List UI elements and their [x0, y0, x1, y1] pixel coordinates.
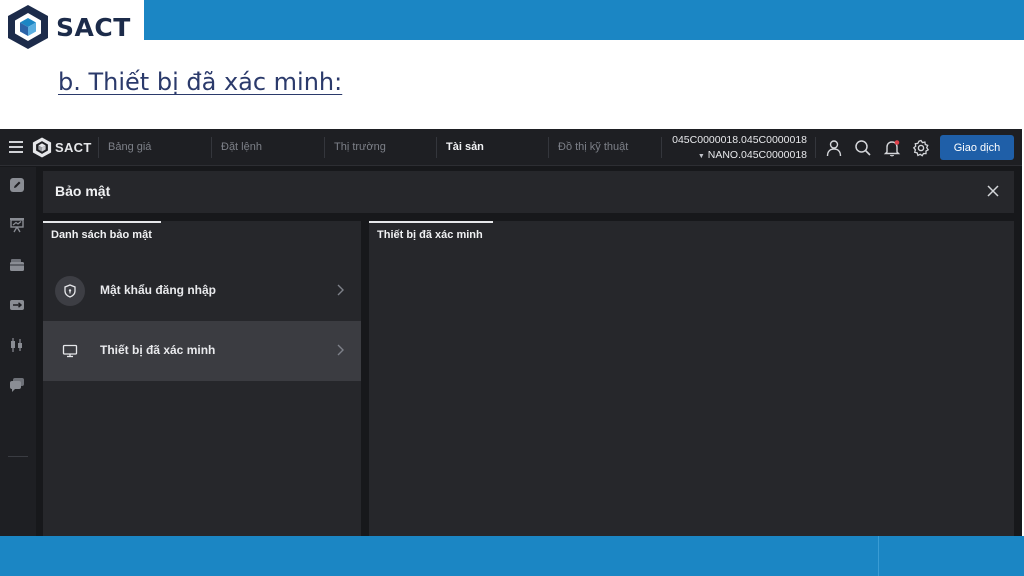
account-selector[interactable]: 045C0000018.045C0000018 ▼ NANO.045C000001… — [672, 133, 807, 164]
menu-item-label: Mật khẩu đăng nhập — [100, 283, 217, 297]
nav-item-dat-lenh[interactable]: Đặt lệnh — [221, 141, 262, 153]
menu-item-login-password[interactable]: Mật khẩu đăng nhập — [43, 261, 361, 321]
app-topbar: SACT Bảng giá Đặt lệnh Thị trường Tài sả… — [0, 129, 1022, 166]
top-band — [144, 0, 1024, 40]
rail-divider — [8, 456, 28, 457]
presentation-chart-icon[interactable] — [9, 217, 25, 233]
app-logo[interactable]: SACT — [32, 137, 92, 158]
account-line-2: NANO.045C0000018 — [707, 149, 807, 161]
nav-separator — [211, 137, 212, 158]
panel-title: Bảo mật — [55, 183, 111, 199]
gear-icon[interactable] — [912, 139, 930, 157]
app-logo-text: SACT — [55, 140, 92, 155]
nav-item-do-thi-ky-thuat[interactable]: Đồ thị kỹ thuật — [558, 141, 628, 153]
security-panel-header: Bảo mật — [43, 171, 1014, 213]
sact-logo-icon — [8, 5, 48, 49]
slide: SACT b. Thiết bị đã xác minh: SACT Bảng … — [0, 0, 1024, 576]
close-icon[interactable] — [986, 184, 1000, 198]
nav-separator — [324, 137, 325, 158]
nav-item-thi-truong[interactable]: Thị trường — [334, 141, 386, 153]
monitor-icon — [62, 344, 78, 358]
chevron-right-icon — [337, 284, 344, 296]
menu-item-verified-devices[interactable]: Thiết bị đã xác minh — [43, 321, 361, 381]
bell-icon[interactable] — [883, 139, 901, 157]
chevron-right-icon — [337, 344, 344, 356]
caret-down-icon: ▼ — [697, 153, 705, 160]
trade-button[interactable]: Giao dịch — [940, 135, 1014, 160]
nav-separator — [815, 137, 816, 158]
slide-logo: SACT — [6, 4, 131, 50]
edit-order-icon[interactable] — [9, 177, 25, 193]
account-line-1: 045C0000018.045C0000018 — [672, 134, 807, 146]
bottom-band — [0, 536, 1024, 576]
candlestick-icon[interactable] — [9, 337, 25, 353]
menu-item-label: Thiết bị đã xác minh — [100, 343, 216, 357]
left-rail — [0, 167, 36, 536]
user-icon[interactable] — [825, 139, 843, 157]
monitor-icon-wrap — [55, 336, 85, 366]
shield-icon — [64, 284, 76, 298]
tab-verified-devices[interactable]: Thiết bị đã xác minh — [377, 229, 483, 241]
slide-logo-text: SACT — [56, 12, 131, 42]
nav-separator — [548, 137, 549, 158]
hamburger-menu-icon[interactable] — [9, 141, 23, 153]
nav-item-bang-gia[interactable]: Bảng giá — [108, 141, 151, 153]
security-list-panel: Danh sách bảo mật Mật khẩu đăng nhập Thi… — [43, 221, 361, 536]
verified-devices-panel: Thiết bị đã xác minh — [369, 221, 1014, 536]
sact-app-logo-icon — [32, 137, 52, 158]
transfer-icon[interactable] — [9, 297, 25, 313]
nav-separator — [436, 137, 437, 158]
search-icon[interactable] — [854, 139, 872, 157]
nav-separator — [98, 137, 99, 158]
shield-icon-wrap — [55, 276, 85, 306]
nav-item-tai-san[interactable]: Tài sản — [446, 141, 484, 153]
tab-security-list[interactable]: Danh sách bảo mật — [51, 229, 152, 241]
app-screenshot: SACT Bảng giá Đặt lệnh Thị trường Tài sả… — [0, 129, 1022, 536]
wallet-cards-icon[interactable] — [9, 257, 25, 273]
tab-indicator — [43, 221, 161, 223]
bottom-band-divider — [878, 536, 879, 576]
chat-icon[interactable] — [9, 377, 25, 393]
nav-separator — [661, 137, 662, 158]
tab-indicator — [369, 221, 493, 223]
slide-heading: b. Thiết bị đã xác minh: — [58, 68, 343, 96]
